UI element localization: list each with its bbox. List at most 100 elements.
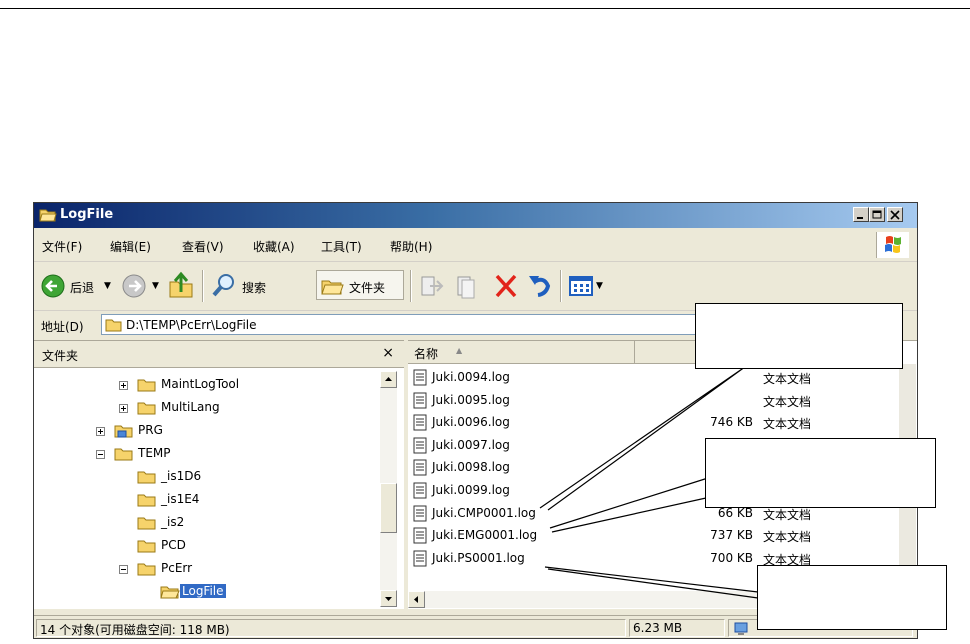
file-name: Juki.0096.log [432,415,510,430]
tree-item-label: _is1D6 [161,469,202,483]
text-document-icon [413,459,427,476]
menu-bar: 文件(F) 编辑(E) 查看(V) 收藏(A) 工具(T) 帮助(H) [34,228,917,262]
menu-help[interactable]: 帮助(H) [390,238,432,255]
tree-item[interactable]: LogFile [34,581,374,603]
views-dropdown-icon[interactable]: ▼ [596,281,603,291]
tree-item[interactable]: PCD [34,535,374,557]
tree-item-label: TEMP [138,446,171,460]
file-name: Juki.CMP0001.log [432,505,536,520]
tree-item-label: PCD [161,538,186,552]
file-name: Juki.EMG0001.log [432,528,538,543]
arrow-up-icon [385,377,392,381]
move-to-icon[interactable] [418,270,446,302]
close-icon[interactable]: × [382,345,394,361]
tree-item-label: PcErr [161,561,193,575]
search-button[interactable]: 搜索 [242,279,266,296]
delete-icon[interactable] [492,270,520,302]
menu-tools[interactable]: 工具(T) [321,238,362,255]
folder-icon [137,540,156,553]
column-header-name-label: 名称 [414,347,439,361]
tree-item[interactable]: _is1D6 [34,466,374,488]
folder-icon [137,517,156,530]
file-name: Juki.0095.log [432,392,510,407]
arrow-left-icon [414,596,418,603]
folder-icon [105,319,122,332]
tree-item[interactable]: PRG [34,420,374,442]
back-dropdown-icon[interactable]: ▼ [104,281,111,291]
tree-item[interactable]: _is1E4 [34,489,374,511]
text-document-icon [413,414,427,431]
forward-dropdown-icon[interactable]: ▼ [152,281,159,291]
folders-button[interactable]: 文件夹 [316,270,404,300]
arrow-down-icon [385,597,392,601]
menu-favorites[interactable]: 收藏(A) [253,238,295,255]
callout-box [705,438,936,508]
tree-item-label: LogFile [180,584,226,598]
status-size-text: 6.23 MB [633,621,683,635]
file-type: 文本文档 [763,507,812,522]
scroll-up-button[interactable] [380,371,397,388]
folders-pane-header: 文件夹 × [34,341,404,368]
file-row[interactable]: Juki.0094.log 文本文档 [408,367,898,389]
text-document-icon [413,437,427,454]
scroll-thumb[interactable] [380,483,397,533]
toolbar-separator [560,270,562,302]
menu-file[interactable]: 文件(F) [42,238,82,255]
scroll-down-button[interactable] [380,590,397,607]
tree-item[interactable]: _is2 [34,512,374,534]
undo-icon[interactable] [526,270,554,302]
file-name: Juki.0094.log [432,370,510,384]
collapse-minus-icon[interactable] [96,450,105,459]
file-row[interactable]: Juki.0096.log 746 KB 文本文档 [408,412,898,434]
menu-edit[interactable]: 编辑(E) [110,238,151,255]
file-name: Juki.0099.log [432,483,510,497]
search-icon[interactable] [210,270,238,302]
text-document-icon [413,482,427,499]
minimize-button[interactable] [853,207,869,222]
folder-icon [137,563,156,576]
folders-vertical-scrollbar[interactable] [380,371,397,607]
maximize-button[interactable] [869,207,885,222]
column-header-name[interactable]: 名称 ▲ [408,341,635,364]
windows-logo-icon [876,232,909,258]
file-type: 文本文档 [763,417,812,432]
open-folder-icon [160,586,180,599]
close-button[interactable] [887,207,903,222]
up-folder-icon[interactable] [167,270,195,302]
toolbar-separator [202,270,204,302]
copy-to-icon[interactable] [454,270,482,302]
tree-item[interactable]: MultiLang [34,397,374,419]
network-folder-icon [114,425,133,438]
window-title: LogFile [60,207,114,222]
folder-icon [137,379,156,392]
title-bar[interactable]: LogFile [34,203,917,228]
back-button[interactable]: 后退 [70,279,94,296]
expand-plus-icon[interactable] [119,381,128,390]
file-size: 746 KB [710,415,753,430]
file-row[interactable]: Juki.0095.log 文本文档 [408,390,898,412]
tree-item-label: PRG [138,423,163,437]
folder-icon [137,471,156,484]
file-row[interactable]: Juki.EMG0001.log 737 KB 文本文档 [408,525,898,547]
file-size: 700 KB [710,550,753,565]
menu-view[interactable]: 查看(V) [182,238,224,255]
folder-icon [137,402,156,415]
tree-item-label: MultiLang [161,400,220,414]
views-icon[interactable] [568,270,594,302]
expand-plus-icon[interactable] [96,427,105,436]
expand-plus-icon[interactable] [119,404,128,413]
tree-item[interactable]: TEMP [34,443,374,465]
collapse-minus-icon[interactable] [119,565,128,574]
text-document-icon [413,392,427,409]
back-arrow-icon[interactable] [40,270,66,302]
file-size: 737 KB [710,528,753,543]
minimize-icon [857,217,863,219]
tree-item[interactable]: MaintLogTool [34,374,374,396]
tree-item[interactable]: PcErr [34,558,374,580]
scroll-left-button[interactable] [408,591,425,608]
sort-ascending-icon: ▲ [456,346,463,355]
forward-arrow-icon[interactable] [121,270,147,302]
status-objects: 14 个对象(可用磁盘空间: 118 MB) [36,619,626,637]
status-size: 6.23 MB [629,619,725,637]
text-document-icon [413,550,427,567]
